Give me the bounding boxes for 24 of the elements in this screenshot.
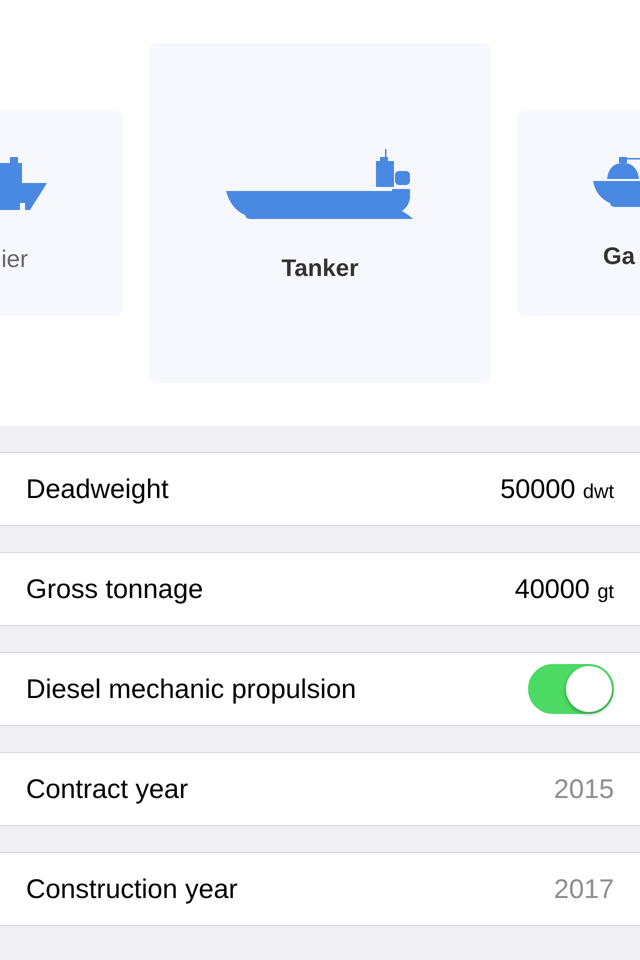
row-label: Deadweight: [26, 474, 169, 504]
toggle-switch[interactable]: [528, 664, 614, 714]
ship-type-card[interactable]: Ga: [517, 110, 640, 316]
settings-row[interactable]: Gross tonnage 40000 gt: [0, 552, 640, 626]
cargo-ship-icon: [0, 156, 47, 210]
row-label: Contract year: [26, 774, 188, 804]
tanker-ship-icon: [226, 149, 414, 219]
row-value: 40000 gt: [514, 574, 614, 604]
settings-row[interactable]: Diesel mechanic propulsion: [0, 652, 640, 726]
ship-type-card[interactable]: Tanker: [149, 43, 491, 383]
row-value: 2015: [554, 774, 614, 804]
row-label: Construction year: [26, 874, 238, 904]
ship-type-label: ier: [1, 246, 28, 274]
row-value: 50000 dwt: [500, 474, 614, 504]
ship-type-label: Ga: [603, 242, 636, 270]
row-label: Gross tonnage: [26, 574, 204, 604]
settings-row[interactable]: Contract year 2015: [0, 752, 640, 826]
ship-type-label: Tanker: [282, 255, 358, 283]
gas-carrier-icon: [593, 156, 640, 206]
row-value: 2017: [554, 874, 614, 904]
ship-type-card[interactable]: ier: [0, 110, 123, 316]
settings-row[interactable]: Construction year 2017: [0, 852, 640, 926]
row-label: Diesel mechanic propulsion: [26, 674, 356, 704]
settings-row[interactable]: Deadweight 50000 dwt: [0, 452, 640, 526]
